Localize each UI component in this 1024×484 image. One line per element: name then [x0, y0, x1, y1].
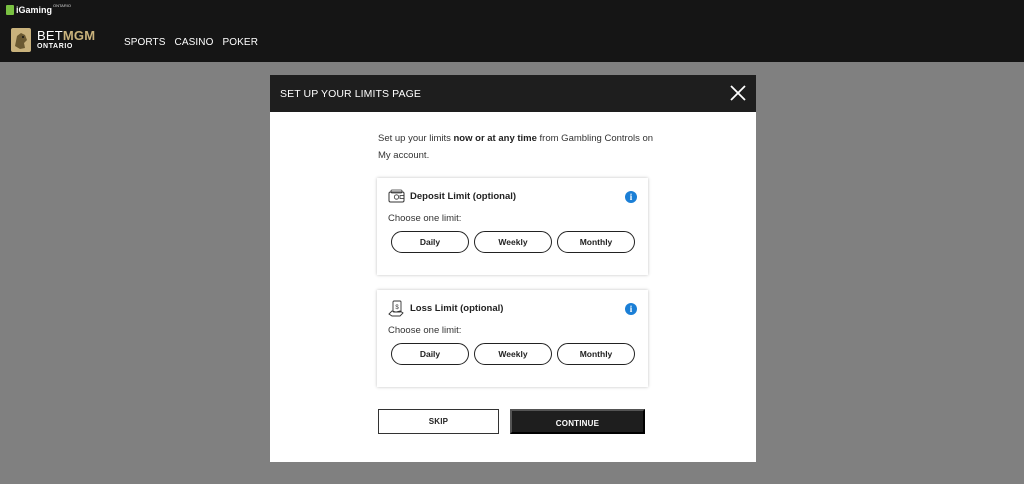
deposit-monthly-button[interactable]: Monthly	[557, 231, 635, 253]
intro-text: Set up your limits now or at any time fr…	[378, 133, 654, 161]
deposit-limit-card: Deposit Limit (optional) i Choose one li…	[377, 178, 648, 275]
loss-daily-button[interactable]: Daily	[391, 343, 469, 365]
info-icon[interactable]: i	[625, 191, 637, 203]
lion-logo-icon	[11, 28, 31, 52]
loss-limit-subtitle: Choose one limit:	[388, 325, 462, 336]
betmgm-logo[interactable]: BETMGM ONTARIO	[11, 28, 95, 52]
nav-sports[interactable]: SPORTS	[124, 37, 166, 48]
modal-title: SET UP YOUR LIMITS PAGE	[280, 88, 421, 100]
skip-button[interactable]: SKIP	[378, 409, 499, 434]
wallet-icon	[388, 189, 405, 203]
loss-limit-card: $ Loss Limit (optional) i Choose one lim…	[377, 290, 648, 387]
loss-monthly-button[interactable]: Monthly	[557, 343, 635, 365]
money-hand-icon: $	[388, 300, 404, 317]
igaming-text: iGaming	[16, 5, 53, 15]
svg-text:$: $	[395, 305, 399, 311]
brand-bet: BET	[37, 27, 63, 43]
brand-mgm: MGM	[62, 27, 96, 43]
deposit-weekly-button[interactable]: Weekly	[474, 231, 552, 253]
loss-limit-options: Daily Weekly Monthly	[391, 343, 635, 365]
deposit-limit-title: Deposit Limit (optional)	[410, 191, 517, 202]
loss-limit-title: Loss Limit (optional)	[410, 303, 504, 314]
igaming-ontario-text: ONTARIO	[53, 3, 71, 8]
nav-poker[interactable]: POKER	[223, 37, 259, 48]
deposit-daily-button[interactable]: Daily	[391, 231, 469, 253]
continue-button[interactable]: CONTINUE	[510, 409, 645, 434]
loss-weekly-button[interactable]: Weekly	[474, 343, 552, 365]
top-navigation-bar: iGaming ONTARIO BETMGM ONTARIO SPORTS CA…	[0, 0, 1024, 62]
main-nav: SPORTS CASINO POKER	[124, 37, 258, 48]
close-icon[interactable]	[728, 83, 748, 103]
nav-casino[interactable]: CASINO	[175, 37, 214, 48]
igaming-mark-icon	[6, 5, 14, 15]
igaming-ontario-badge: iGaming ONTARIO	[6, 3, 71, 19]
brand-region: ONTARIO	[37, 42, 73, 50]
info-icon[interactable]: i	[625, 303, 637, 315]
intro-emphasis: now or at any time	[453, 133, 537, 144]
deposit-limit-subtitle: Choose one limit:	[388, 213, 462, 224]
brand-wordmark: BETMGM ONTARIO	[37, 29, 95, 52]
limits-modal: SET UP YOUR LIMITS PAGE Set up your limi…	[270, 75, 756, 462]
modal-header: SET UP YOUR LIMITS PAGE	[270, 75, 756, 112]
deposit-limit-options: Daily Weekly Monthly	[391, 231, 635, 253]
